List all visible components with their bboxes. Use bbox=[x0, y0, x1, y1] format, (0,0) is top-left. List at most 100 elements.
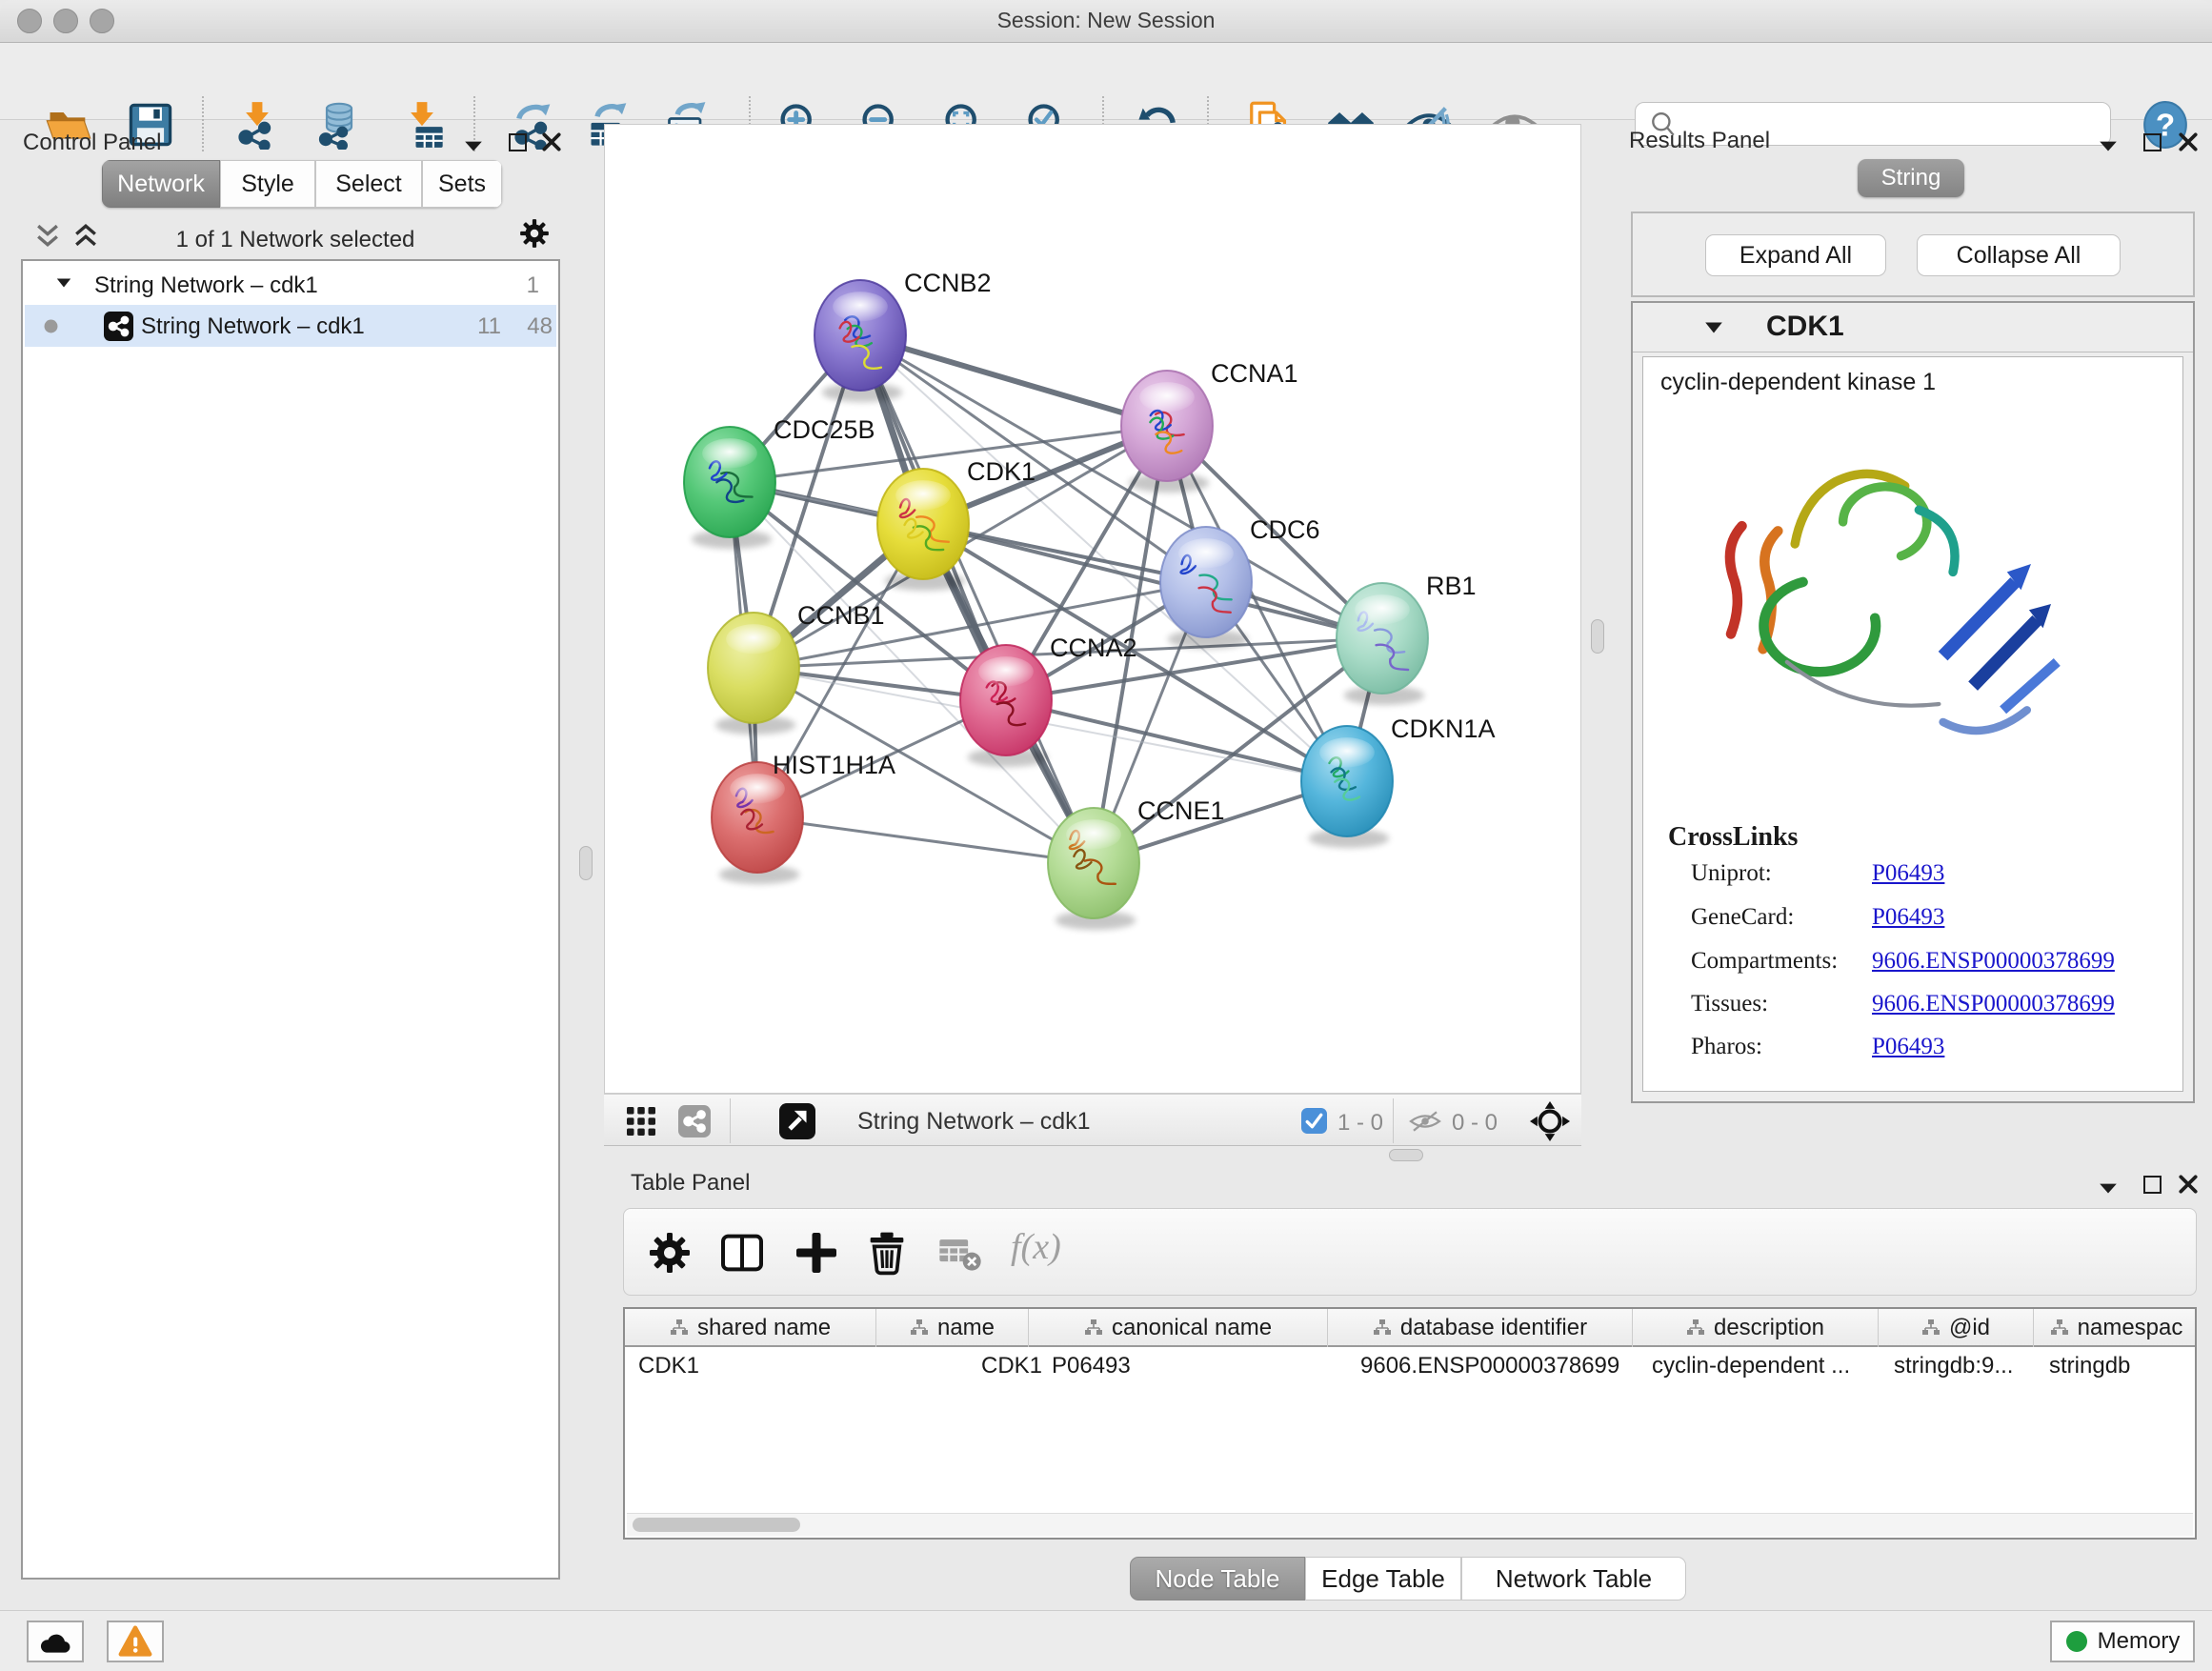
network-edge-CCNA2-CDKN1A[interactable] bbox=[1006, 700, 1347, 781]
scrollbar-thumb[interactable] bbox=[633, 1518, 800, 1532]
network-options-gear-icon[interactable] bbox=[518, 217, 551, 250]
table-cell-database-identifier[interactable]: 9606.ENSP00000378699 bbox=[1360, 1349, 1656, 1383]
tab-network[interactable]: Network bbox=[102, 160, 220, 208]
warning-button[interactable] bbox=[107, 1621, 164, 1662]
hidden-eye-icon[interactable] bbox=[1408, 1109, 1442, 1134]
network-edge-CCNB2-CCNE1[interactable] bbox=[860, 335, 1094, 863]
birdseye-view-icon[interactable] bbox=[779, 1103, 815, 1139]
tab-node-table[interactable]: Node Table bbox=[1130, 1557, 1305, 1601]
results-actions-box: Expand All Collapse All bbox=[1631, 211, 2195, 297]
table-cell-namespace[interactable]: stringdb bbox=[2049, 1349, 2197, 1383]
network-node-CDKN1A[interactable]: CDKN1A bbox=[1301, 715, 1496, 848]
gene-header[interactable]: CDK1 bbox=[1633, 303, 2193, 352]
selected-checkbox-icon[interactable] bbox=[1301, 1108, 1327, 1134]
hierarchy-icon bbox=[1921, 1319, 1941, 1337]
network-canvas[interactable]: CCNB2CCNA1CDC25BCDK1CDC6RB1CCNB1CCNA2CDK… bbox=[604, 124, 1581, 1094]
memory-button[interactable]: Memory bbox=[2050, 1621, 2195, 1662]
column-header-name[interactable]: name bbox=[876, 1309, 1029, 1347]
column-header-database-identifier[interactable]: database identifier bbox=[1328, 1309, 1633, 1347]
network-node-HIST1H1A[interactable]: HIST1H1A bbox=[712, 751, 895, 884]
hierarchy-icon bbox=[1686, 1319, 1705, 1337]
results-panel-float-icon[interactable] bbox=[2143, 133, 2162, 151]
tab-network-table[interactable]: Network Table bbox=[1461, 1557, 1686, 1601]
table-horizontal-scrollbar[interactable] bbox=[627, 1513, 2193, 1536]
left-splitter-handle[interactable] bbox=[579, 846, 593, 880]
network-graph[interactable]: CCNB2CCNA1CDC25BCDK1CDC6RB1CCNB1CCNA2CDK… bbox=[605, 125, 1580, 1093]
network-node-CDK1[interactable]: CDK1 bbox=[877, 457, 1036, 591]
gene-description: cyclin-dependent kinase 1 bbox=[1660, 369, 1936, 396]
node-label-CCNA2: CCNA2 bbox=[1050, 634, 1137, 662]
right-splitter-handle[interactable] bbox=[1591, 619, 1604, 654]
network-node-CCNB2[interactable]: CCNB2 bbox=[814, 269, 992, 402]
import-table-icon[interactable] bbox=[397, 100, 447, 150]
column-header-shared-name[interactable]: shared name bbox=[625, 1309, 876, 1347]
tab-select[interactable]: Select bbox=[315, 160, 422, 208]
column-header-description[interactable]: description bbox=[1633, 1309, 1879, 1347]
delete-column-trash-icon[interactable] bbox=[864, 1230, 910, 1276]
expand-all-button[interactable]: Expand All bbox=[1705, 234, 1886, 276]
delete-table-icon[interactable] bbox=[938, 1236, 982, 1272]
network-edge-CCNB2-CCNA1[interactable] bbox=[860, 335, 1167, 426]
network-edge-HIST1H1A-CCNE1[interactable] bbox=[757, 817, 1094, 863]
column-header-canonical-name[interactable]: canonical name bbox=[1029, 1309, 1328, 1347]
table-cell-id[interactable]: stringdb:9... bbox=[1894, 1349, 2037, 1383]
table-cell-shared-name[interactable]: CDK1 bbox=[638, 1349, 876, 1383]
table-panel-title: Table Panel bbox=[631, 1170, 750, 1197]
control-panel-menu-icon[interactable] bbox=[463, 135, 484, 156]
network-node-CCNA1[interactable]: CCNA1 bbox=[1121, 359, 1298, 493]
tab-style[interactable]: Style bbox=[220, 160, 315, 208]
network-node-CDC25B[interactable]: CDC25B bbox=[684, 415, 875, 549]
grid-view-icon[interactable] bbox=[627, 1107, 655, 1136]
import-network-file-icon[interactable] bbox=[232, 100, 282, 150]
node-label-CCNA1: CCNA1 bbox=[1211, 359, 1298, 388]
add-column-icon[interactable] bbox=[794, 1230, 839, 1276]
crosslink-tissues-link[interactable]: 9606.ENSP00000378699 bbox=[1872, 991, 2115, 1017]
main-toolbar: ? bbox=[0, 43, 2212, 120]
crosslink-uniprot-link[interactable]: P06493 bbox=[1872, 860, 1944, 887]
network-row-selected[interactable]: String Network – cdk1 11 48 bbox=[25, 305, 556, 347]
collection-expand-icon[interactable] bbox=[55, 276, 72, 290]
results-panel-menu-icon[interactable] bbox=[2098, 135, 2119, 156]
network-collection-row[interactable]: String Network – cdk1 1 bbox=[25, 265, 556, 305]
crosslink-pharos-link[interactable]: P06493 bbox=[1872, 1034, 1944, 1060]
network-view-toolbar: String Network – cdk1 1 - 0 0 - 0 bbox=[604, 1094, 1581, 1146]
crosslink-compartments-link[interactable]: 9606.ENSP00000378699 bbox=[1872, 948, 2115, 975]
tab-edge-table[interactable]: Edge Table bbox=[1305, 1557, 1461, 1601]
center-crosshair-icon[interactable] bbox=[1530, 1101, 1570, 1141]
tab-sets[interactable]: Sets bbox=[422, 160, 502, 208]
results-panel-close-icon[interactable] bbox=[2178, 131, 2199, 152]
share-view-icon[interactable] bbox=[678, 1105, 711, 1137]
bottom-splitter-handle[interactable] bbox=[1389, 1149, 1423, 1161]
memory-label: Memory bbox=[2098, 1628, 2181, 1655]
network-list: String Network – cdk1 1 String Network –… bbox=[21, 259, 560, 1580]
function-builder-button[interactable]: f(x) bbox=[1011, 1226, 1061, 1268]
network-node-RB1[interactable]: RB1 bbox=[1337, 572, 1477, 705]
show-columns-icon[interactable] bbox=[719, 1230, 765, 1276]
column-header-namespace[interactable]: namespac bbox=[2034, 1309, 2199, 1347]
control-panel-float-icon[interactable] bbox=[509, 133, 527, 151]
column-header-id[interactable]: @id bbox=[1879, 1309, 2034, 1347]
results-tab-string[interactable]: String bbox=[1858, 159, 1964, 197]
control-panel-close-icon[interactable] bbox=[541, 131, 562, 152]
table-cell-canonical-name[interactable]: P06493 bbox=[1052, 1349, 1337, 1383]
network-view-title: String Network – cdk1 bbox=[857, 1108, 1091, 1136]
gene-details-box: CDK1 cyclin-dependent kinase 1 bbox=[1631, 301, 2195, 1103]
crosslink-label: GeneCard: bbox=[1691, 904, 1794, 931]
network-node-CCNE1[interactable]: CCNE1 bbox=[1048, 796, 1225, 930]
table-panel-close-icon[interactable] bbox=[2178, 1174, 2199, 1195]
expand-all-networks-icon[interactable] bbox=[34, 223, 61, 248]
table-panel-float-icon[interactable] bbox=[2143, 1176, 2162, 1194]
network-node-CCNB1[interactable]: CCNB1 bbox=[708, 601, 885, 735]
table-cell-description[interactable]: cyclin-dependent ... bbox=[1652, 1349, 1884, 1383]
gene-collapse-icon[interactable] bbox=[1703, 320, 1724, 335]
import-network-database-icon[interactable] bbox=[314, 100, 364, 150]
node-label-CCNE1: CCNE1 bbox=[1137, 796, 1225, 825]
crosslink-genecard-link[interactable]: P06493 bbox=[1872, 904, 1944, 931]
cloud-button[interactable] bbox=[27, 1621, 84, 1662]
table-panel-menu-icon[interactable] bbox=[2098, 1178, 2119, 1198]
collapse-all-button[interactable]: Collapse All bbox=[1917, 234, 2121, 276]
table-settings-gear-icon[interactable] bbox=[647, 1230, 693, 1276]
network-label: String Network – cdk1 bbox=[141, 313, 365, 340]
gene-symbol: CDK1 bbox=[1766, 311, 1844, 343]
crosslink-label: Tissues: bbox=[1691, 991, 1768, 1017]
